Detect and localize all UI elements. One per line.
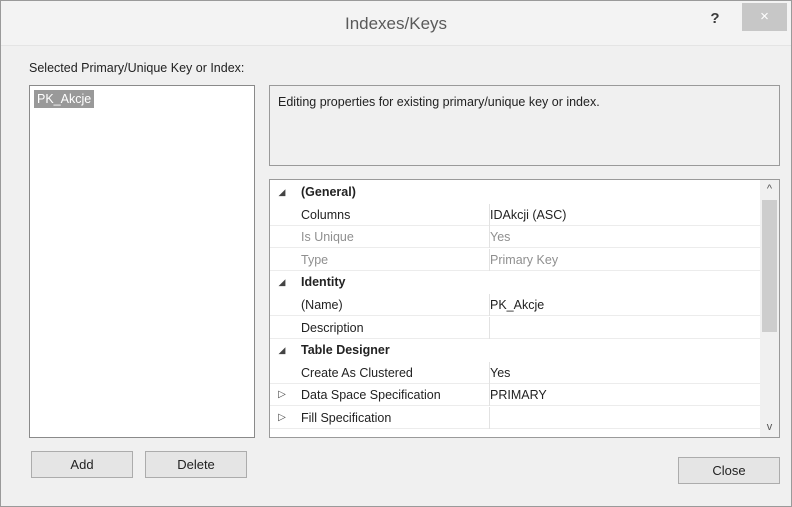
gutter: [270, 249, 294, 271]
help-button[interactable]: ?: [705, 9, 725, 29]
property-row-data-space-specification[interactable]: ▷ Data Space Specification PRIMARY: [270, 384, 760, 407]
title-bar: Indexes/Keys ? ×: [1, 1, 791, 46]
expand-triangle-icon[interactable]: ▷: [270, 384, 294, 406]
property-value: Primary Key: [490, 252, 559, 267]
property-name: Fill Specification: [301, 411, 392, 425]
property-grid[interactable]: ◢ (General) Columns IDAkcji (ASC) Is Unique Y…: [269, 179, 780, 438]
gutter: [270, 294, 294, 316]
property-row-create-as-clustered[interactable]: Create As Clustered Yes: [270, 361, 760, 384]
collapse-triangle-icon[interactable]: ◢: [270, 271, 294, 293]
property-value[interactable]: IDAkcji (ASC): [490, 204, 566, 226]
property-name: (General): [301, 185, 356, 199]
expand-triangle-icon[interactable]: ▷: [270, 407, 294, 429]
gutter: [270, 317, 294, 339]
delete-button[interactable]: Delete: [145, 451, 247, 478]
property-row-is-unique[interactable]: Is Unique Yes: [270, 226, 760, 249]
property-name: Columns: [301, 207, 351, 222]
property-name: Description: [301, 320, 364, 335]
property-value[interactable]: Yes: [490, 362, 510, 384]
description-text: Editing properties for existing primary/…: [278, 95, 600, 109]
gutter: [270, 362, 294, 384]
vertical-scrollbar[interactable]: ^ v: [760, 180, 779, 437]
property-row-name[interactable]: (Name) PK_Akcje: [270, 294, 760, 316]
collapse-triangle-icon[interactable]: ◢: [270, 181, 294, 203]
property-name: Data Space Specification: [301, 388, 441, 403]
property-value: Yes: [490, 230, 511, 245]
key-list-item[interactable]: PK_Akcje: [34, 90, 95, 108]
property-row-description[interactable]: Description: [270, 316, 760, 339]
category-row-table-designer[interactable]: ◢ Table Designer: [270, 339, 760, 361]
scroll-down-arrow-icon[interactable]: v: [760, 418, 779, 437]
property-row-columns[interactable]: Columns IDAkcji (ASC): [270, 203, 760, 226]
property-value[interactable]: PK_Akcje: [490, 294, 544, 316]
title-close-button[interactable]: ×: [742, 3, 787, 31]
gutter: [270, 226, 294, 248]
scroll-thumb[interactable]: [762, 200, 777, 332]
selected-key-label: Selected Primary/Unique Key or Index:: [29, 61, 245, 75]
property-name: Table Designer: [301, 343, 390, 358]
scroll-up-arrow-icon[interactable]: ^: [760, 180, 779, 199]
dialog-title: Indexes/Keys: [344, 14, 448, 33]
add-button[interactable]: Add: [31, 451, 133, 478]
gutter: [270, 204, 294, 226]
property-name: Create As Clustered: [301, 365, 413, 380]
property-name: Is Unique: [301, 230, 354, 245]
category-row-identity[interactable]: ◢ Identity: [270, 271, 760, 293]
property-name: (Name): [301, 298, 343, 312]
key-list[interactable]: PK_Akcje: [29, 85, 255, 438]
property-value[interactable]: PRIMARY: [490, 384, 547, 406]
property-name: Identity: [301, 275, 346, 290]
indexes-keys-dialog: Indexes/Keys ? × Selected Primary/Unique…: [0, 0, 792, 507]
property-row-type[interactable]: Type Primary Key: [270, 248, 760, 271]
description-box: Editing properties for existing primary/…: [269, 85, 780, 166]
property-name: Type: [301, 252, 329, 267]
collapse-triangle-icon[interactable]: ◢: [270, 339, 294, 361]
category-row-general[interactable]: ◢ (General): [270, 181, 760, 203]
close-button[interactable]: Close: [678, 457, 780, 484]
property-row-fill-specification[interactable]: ▷ Fill Specification: [270, 407, 760, 429]
